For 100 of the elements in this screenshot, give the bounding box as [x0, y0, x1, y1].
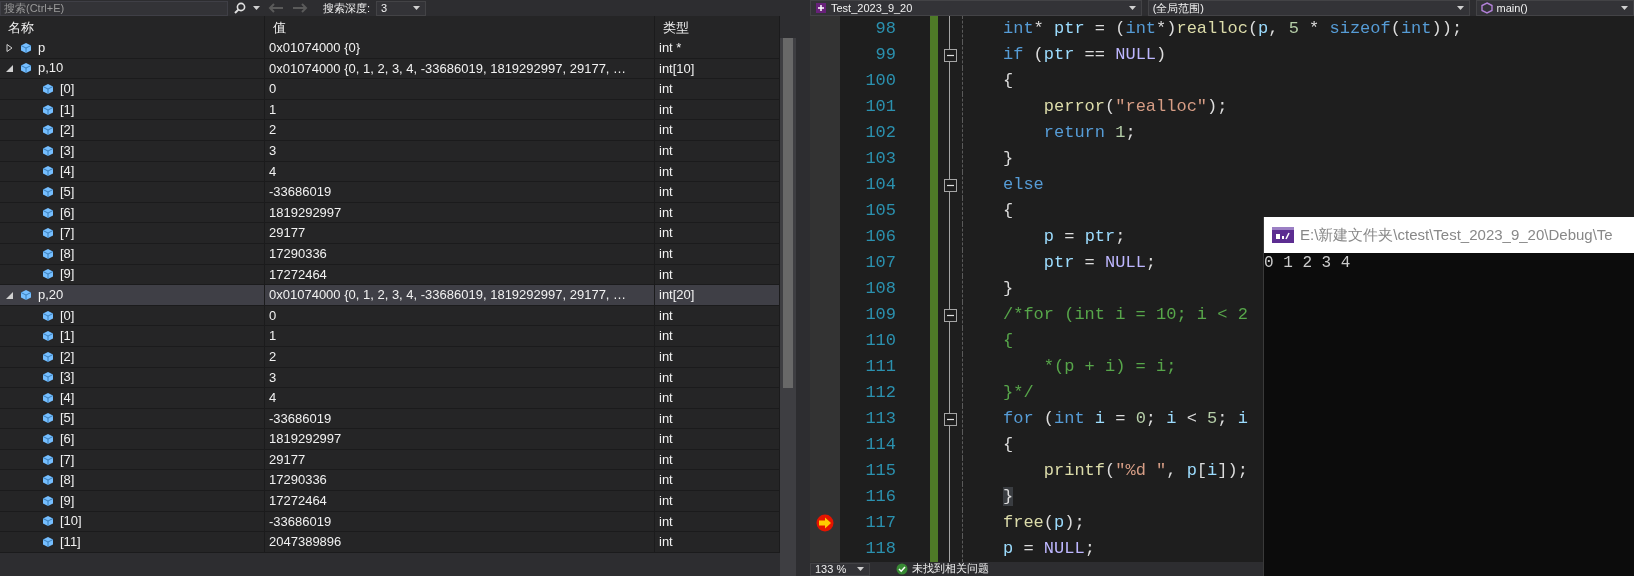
variable-name: [3]: [60, 368, 75, 387]
variable-name: [8]: [60, 244, 75, 263]
variable-type: int: [659, 142, 673, 158]
variable-icon: [42, 83, 54, 95]
variable-value: -33686019: [269, 184, 332, 200]
line-number: 101: [864, 96, 897, 118]
table-row[interactable]: [9] 17272464 int: [0, 264, 780, 286]
table-row[interactable]: [5] -33686019 int: [0, 182, 780, 203]
variable-type: int: [659, 328, 673, 344]
caret-icon[interactable]: [252, 4, 261, 12]
variable-icon: [42, 227, 54, 240]
table-row[interactable]: [6] 1819292997 int: [0, 202, 780, 224]
variable-value: 0x01074000 {0, 1, 2, 3, 4, -33686019, 1819292997, 29177, …: [269, 287, 627, 303]
table-row[interactable]: [1] 1 int: [0, 99, 780, 121]
line-number: 108: [864, 278, 897, 300]
caret-icon[interactable]: [1127, 4, 1137, 12]
line-number: 99: [874, 44, 897, 66]
variable-name: [6]: [60, 430, 75, 449]
table-row[interactable]: [10] -33686019 int: [0, 511, 780, 533]
table-row[interactable]: [4] 4 int: [0, 388, 780, 409]
variable-name: p: [38, 38, 46, 57]
variable-icon: [42, 124, 54, 137]
caret-icon[interactable]: [412, 4, 422, 12]
code-line: }: [1003, 149, 1014, 168]
line-number: 105: [864, 200, 897, 222]
variable-icon: [42, 268, 54, 281]
variable-icon: [20, 62, 32, 75]
table-row[interactable]: [3] 3 int: [0, 367, 780, 389]
collapse-icon[interactable]: [943, 178, 957, 192]
table-row[interactable]: [8] 17290336 int: [0, 470, 780, 492]
collapse-icon[interactable]: [943, 308, 957, 322]
code-line: return 1;: [1042, 123, 1136, 142]
variable-type: int: [659, 225, 673, 241]
variable-value: -33686019: [269, 513, 332, 529]
table-row[interactable]: [7] 29177 int: [0, 223, 780, 244]
function-dropdown[interactable]: main(): [1475, 0, 1634, 16]
variable-icon: [42, 433, 54, 446]
table-row[interactable]: [3] 3 int: [0, 140, 780, 162]
variable-value: 29177: [269, 225, 306, 241]
variable-icon: [20, 288, 32, 301]
table-row[interactable]: [4] 4 int: [0, 161, 780, 183]
variable-icon: [20, 41, 32, 54]
variable-type: int: [659, 163, 673, 179]
table-row[interactable]: [0] 0 int: [0, 79, 780, 100]
table-row[interactable]: [1] 1 int: [0, 326, 780, 347]
caret-icon[interactable]: [1620, 4, 1629, 12]
collapse-arrow-icon[interactable]: [4, 63, 14, 74]
depth-dropdown[interactable]: 3: [376, 0, 427, 16]
table-row[interactable]: [6] 1819292997 int: [0, 429, 780, 450]
console-icon: [1272, 227, 1294, 243]
code-line: {: [1003, 71, 1014, 90]
collapse-icon[interactable]: [943, 48, 957, 62]
caret-icon[interactable]: [856, 565, 865, 573]
line-number: 110: [864, 330, 897, 352]
table-row[interactable]: p,20 0x01074000 {0, 1, 2, 3, 4, -33686019, 1819292997, 29177, … int[20]: [0, 285, 780, 306]
variable-name: [11]: [60, 533, 81, 552]
line-number: 109: [864, 304, 897, 326]
code-line: ptr = NULL;: [1042, 253, 1157, 272]
variable-value: 17290336: [269, 472, 327, 488]
variable-type: int: [659, 472, 673, 488]
variable-type: int: [659, 410, 673, 426]
table-row[interactable]: p 0x01074000 {0} int *: [0, 38, 780, 59]
expand-arrow-icon[interactable]: [4, 42, 14, 53]
table-row[interactable]: [2] 2 int: [0, 346, 780, 368]
code-line: if (ptr == NULL): [1003, 45, 1167, 64]
line-number: 118: [864, 538, 897, 560]
collapse-icon[interactable]: [943, 412, 957, 426]
variable-type: int: [659, 534, 673, 550]
table-row[interactable]: [7] 29177 int: [0, 449, 780, 471]
variable-icon: [42, 144, 54, 157]
variable-type: int *: [659, 40, 682, 55]
table-row[interactable]: [9] 17272464 int: [0, 491, 780, 512]
code-line: printf("%d ", p[i]);: [1042, 461, 1248, 480]
variable-type: int: [659, 204, 673, 220]
file-dropdown[interactable]: Test_2023_9_20: [810, 0, 1142, 16]
table-row[interactable]: [5] -33686019 int: [0, 408, 780, 430]
code-line: perror("realloc");: [1042, 97, 1228, 116]
variable-type: int: [659, 369, 673, 385]
variable-icon: [42, 412, 54, 425]
variable-value: 3: [269, 369, 277, 385]
variable-value: 1819292997: [269, 431, 342, 447]
scrollbar[interactable]: [780, 38, 796, 576]
table-row[interactable]: [8] 17290336 int: [0, 243, 780, 265]
variable-name: [1]: [60, 100, 75, 119]
variable-type: int[10]: [659, 60, 695, 76]
depth-label: 搜索深度:: [323, 0, 371, 16]
table-row[interactable]: [0] 0 int: [0, 305, 780, 327]
variable-name: [0]: [60, 80, 75, 98]
table-row[interactable]: [2] 2 int: [0, 120, 780, 141]
table-row[interactable]: p,10 0x01074000 {0, 1, 2, 3, 4, -33686019, 1819292997, 29177, … int[10]: [0, 58, 780, 80]
breakpoint-arrow-icon[interactable]: [816, 514, 834, 532]
variable-value: 4: [269, 163, 277, 179]
search-field[interactable]: 搜索(Ctrl+E): [0, 0, 228, 16]
table-row[interactable]: [11] 2047389896 int: [0, 532, 780, 553]
search-icon[interactable]: [234, 2, 246, 14]
scrollbar-thumb[interactable]: [783, 38, 793, 388]
zoom-dropdown[interactable]: 133 %: [810, 562, 870, 576]
scope-dropdown[interactable]: (全局范围): [1147, 0, 1470, 16]
variable-type: int: [659, 348, 673, 364]
caret-icon[interactable]: [1455, 4, 1465, 12]
